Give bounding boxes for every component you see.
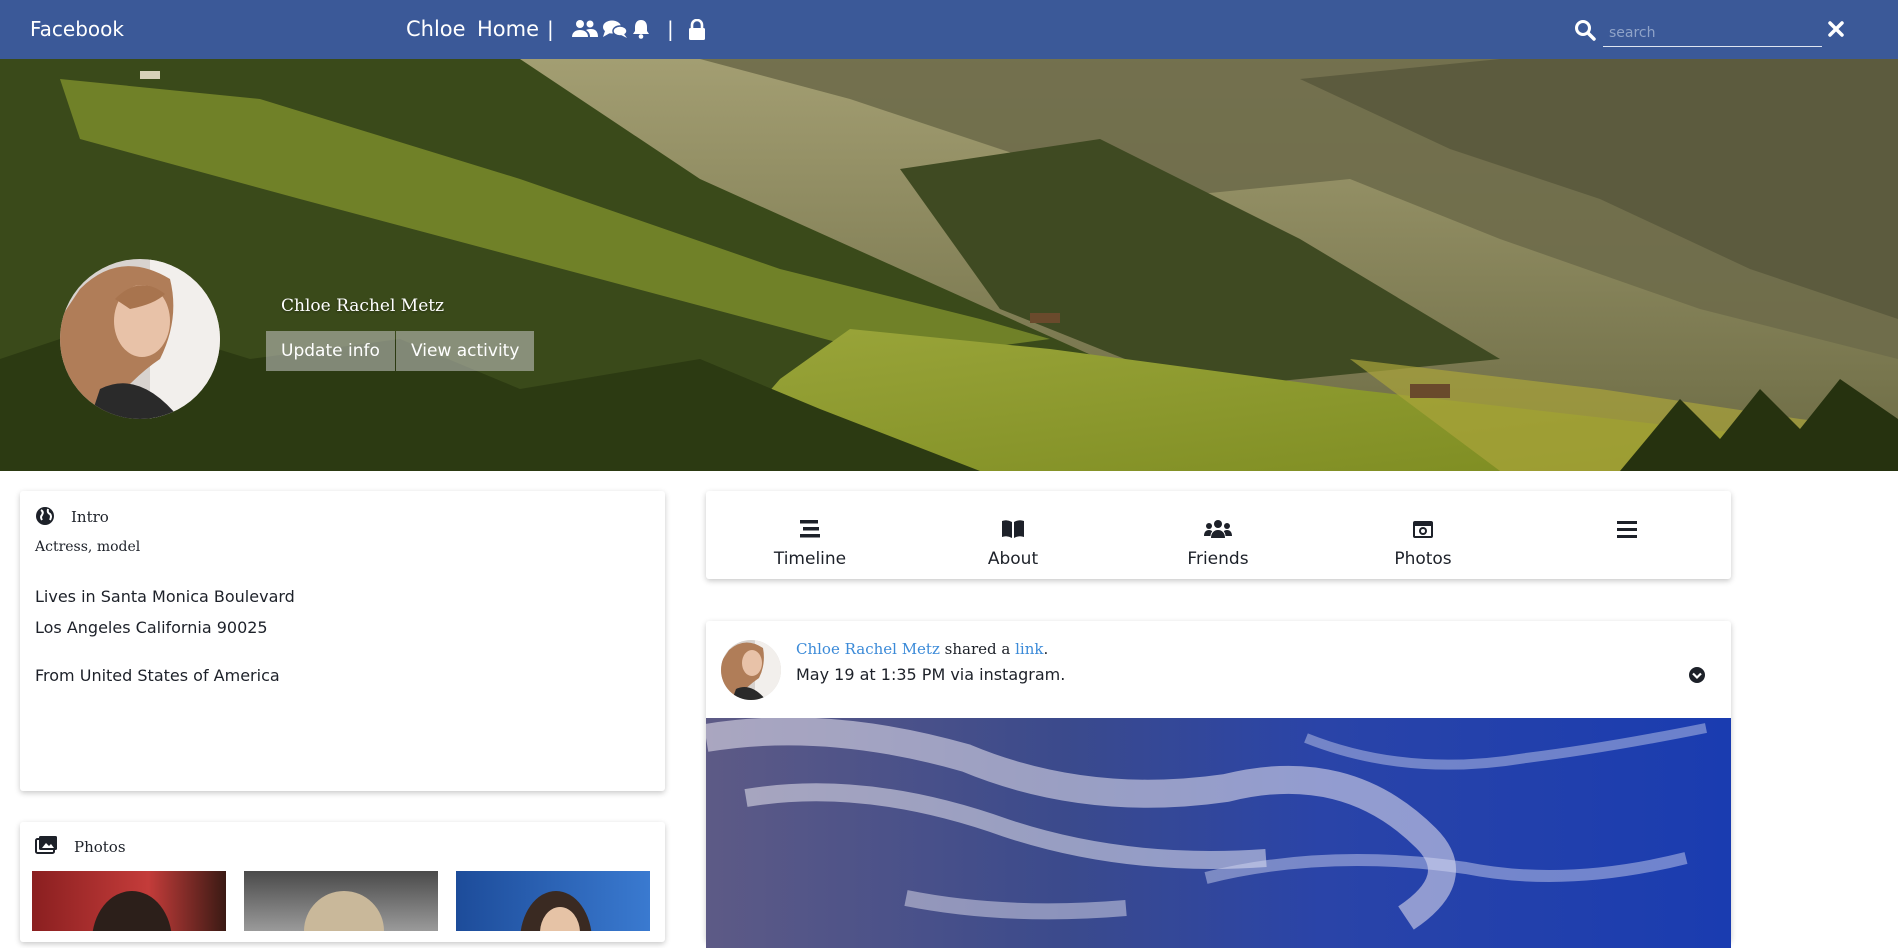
messages-icon[interactable] [602, 19, 628, 43]
profile-name: Chloe Rachel Metz [281, 296, 445, 316]
photo-thumbnail[interactable] [32, 871, 226, 931]
intro-occupation: Actress, model [35, 539, 141, 555]
notifications-icon[interactable] [632, 19, 650, 43]
post-period: . [1043, 640, 1049, 658]
nav-separator-2: | [667, 17, 674, 41]
intro-from: From United States of America [35, 666, 280, 685]
top-navbar: Facebook Chloe Home | | [0, 0, 1898, 59]
tab-label: Timeline [773, 549, 847, 569]
close-icon[interactable] [1826, 19, 1846, 43]
photos-icon [35, 835, 58, 859]
tab-friends[interactable]: Friends [1133, 491, 1303, 579]
post-action-text: shared a [944, 640, 1011, 658]
post-card: Chloe Rachel Metz shared a link. May 19 … [706, 621, 1731, 948]
friends-icon [1133, 519, 1303, 543]
tab-more-menu[interactable] [1542, 491, 1712, 579]
search-icon[interactable] [1574, 19, 1596, 45]
intro-title: Intro [71, 508, 109, 526]
brand-logo[interactable]: Facebook [30, 17, 124, 41]
photos-card: Photos [20, 822, 665, 942]
cover-photo: Chloe Rachel Metz Update info View activ… [0, 59, 1898, 471]
tab-about[interactable]: About [928, 491, 1098, 579]
photo-thumbnail[interactable] [456, 871, 650, 931]
profile-avatar[interactable] [60, 259, 220, 419]
globe-icon [35, 506, 55, 530]
intro-card: Intro Actress, model Lives in Santa Moni… [20, 491, 665, 791]
cover-landscape-image [0, 59, 1898, 471]
friends-icon[interactable] [572, 19, 598, 43]
menu-icon [1542, 519, 1712, 543]
privacy-lock-icon[interactable] [688, 18, 706, 44]
tab-label: Friends [1187, 549, 1249, 569]
photo-thumbnail[interactable] [244, 871, 438, 931]
tab-photos[interactable]: Photos [1338, 491, 1508, 579]
post-author-avatar[interactable] [721, 640, 781, 700]
update-info-button[interactable]: Update info [266, 331, 395, 371]
post-timestamp: May 19 at 1:35 PM via instagram. [796, 665, 1066, 684]
post-author-link[interactable]: Chloe Rachel Metz [796, 640, 940, 658]
tab-label: Photos [1394, 549, 1452, 569]
chevron-down-circle-icon[interactable] [1688, 666, 1706, 688]
post-header: Chloe Rachel Metz shared a link. [796, 640, 1048, 658]
post-image[interactable] [706, 718, 1731, 948]
tab-timeline[interactable]: Timeline [725, 491, 895, 579]
view-activity-button[interactable]: View activity [396, 331, 535, 371]
book-icon [928, 519, 1098, 543]
nav-link-profile[interactable]: Chloe [406, 17, 466, 41]
timeline-icon [725, 519, 895, 543]
search-input[interactable] [1603, 19, 1822, 47]
nav-separator: | [547, 17, 554, 41]
camera-icon [1338, 519, 1508, 543]
post-object-link[interactable]: link [1015, 640, 1043, 658]
nav-link-home[interactable]: Home [477, 17, 539, 41]
photos-title: Photos [74, 838, 126, 856]
intro-lives-line-1: Lives in Santa Monica Boulevard [35, 587, 295, 606]
tab-label: About [987, 549, 1039, 569]
intro-lives-line-2: Los Angeles California 90025 [35, 618, 268, 637]
profile-tabs: Timeline About Friends Photos [706, 491, 1731, 579]
